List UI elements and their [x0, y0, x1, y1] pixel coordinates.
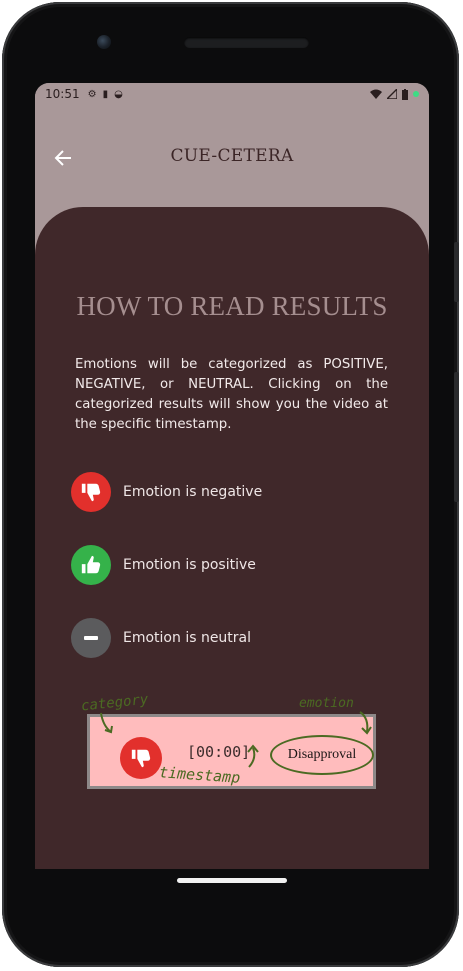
app-screen: 10:51 ⚙ ▮ ◒ CUE-CETERA HOW TO READ RESUL… — [35, 83, 429, 869]
power-button — [454, 372, 459, 502]
legend-label-negative: Emotion is negative — [123, 484, 263, 500]
thumbs-up-icon — [71, 545, 111, 585]
minus-icon — [71, 618, 111, 658]
legend-item-positive: Emotion is positive — [71, 545, 256, 585]
earpiece-speaker — [184, 37, 309, 48]
description-text: Emotions will be categorized as POSITIVE… — [75, 357, 388, 432]
notification-icon: ⚙ — [87, 88, 97, 100]
results-guide-card: HOW TO READ RESULTS Emotions will be cat… — [35, 207, 429, 869]
page-title: HOW TO READ RESULTS — [76, 291, 388, 321]
thumbs-down-icon — [71, 472, 111, 512]
volume-button — [454, 242, 459, 302]
sd-card-icon: ▮ — [102, 88, 109, 100]
annotation-arrows — [100, 711, 372, 768]
phone-frame: 10:51 ⚙ ▮ ◒ CUE-CETERA HOW TO READ RESUL… — [2, 2, 459, 967]
sample-result-illustration: [00:00] Disapproval category emotion tim… — [77, 682, 387, 792]
app-notification-icon: ◒ — [114, 88, 123, 100]
app-title: CUE-CETERA — [170, 146, 294, 166]
wifi-icon — [370, 89, 382, 99]
legend-label-positive: Emotion is positive — [123, 557, 256, 573]
app-bar: CUE-CETERA — [35, 105, 429, 209]
legend-item-negative: Emotion is negative — [71, 472, 262, 512]
status-bar: 10:51 ⚙ ▮ ◒ — [35, 83, 429, 105]
privacy-indicator — [413, 91, 419, 97]
signal-icon — [387, 89, 397, 99]
status-time: 10:51 — [45, 87, 80, 101]
legend-label-neutral: Emotion is neutral — [123, 630, 252, 646]
battery-icon — [402, 88, 408, 100]
front-camera — [97, 35, 111, 49]
home-gesture-bar[interactable] — [177, 878, 287, 883]
legend-item-neutral: Emotion is neutral — [71, 618, 251, 658]
